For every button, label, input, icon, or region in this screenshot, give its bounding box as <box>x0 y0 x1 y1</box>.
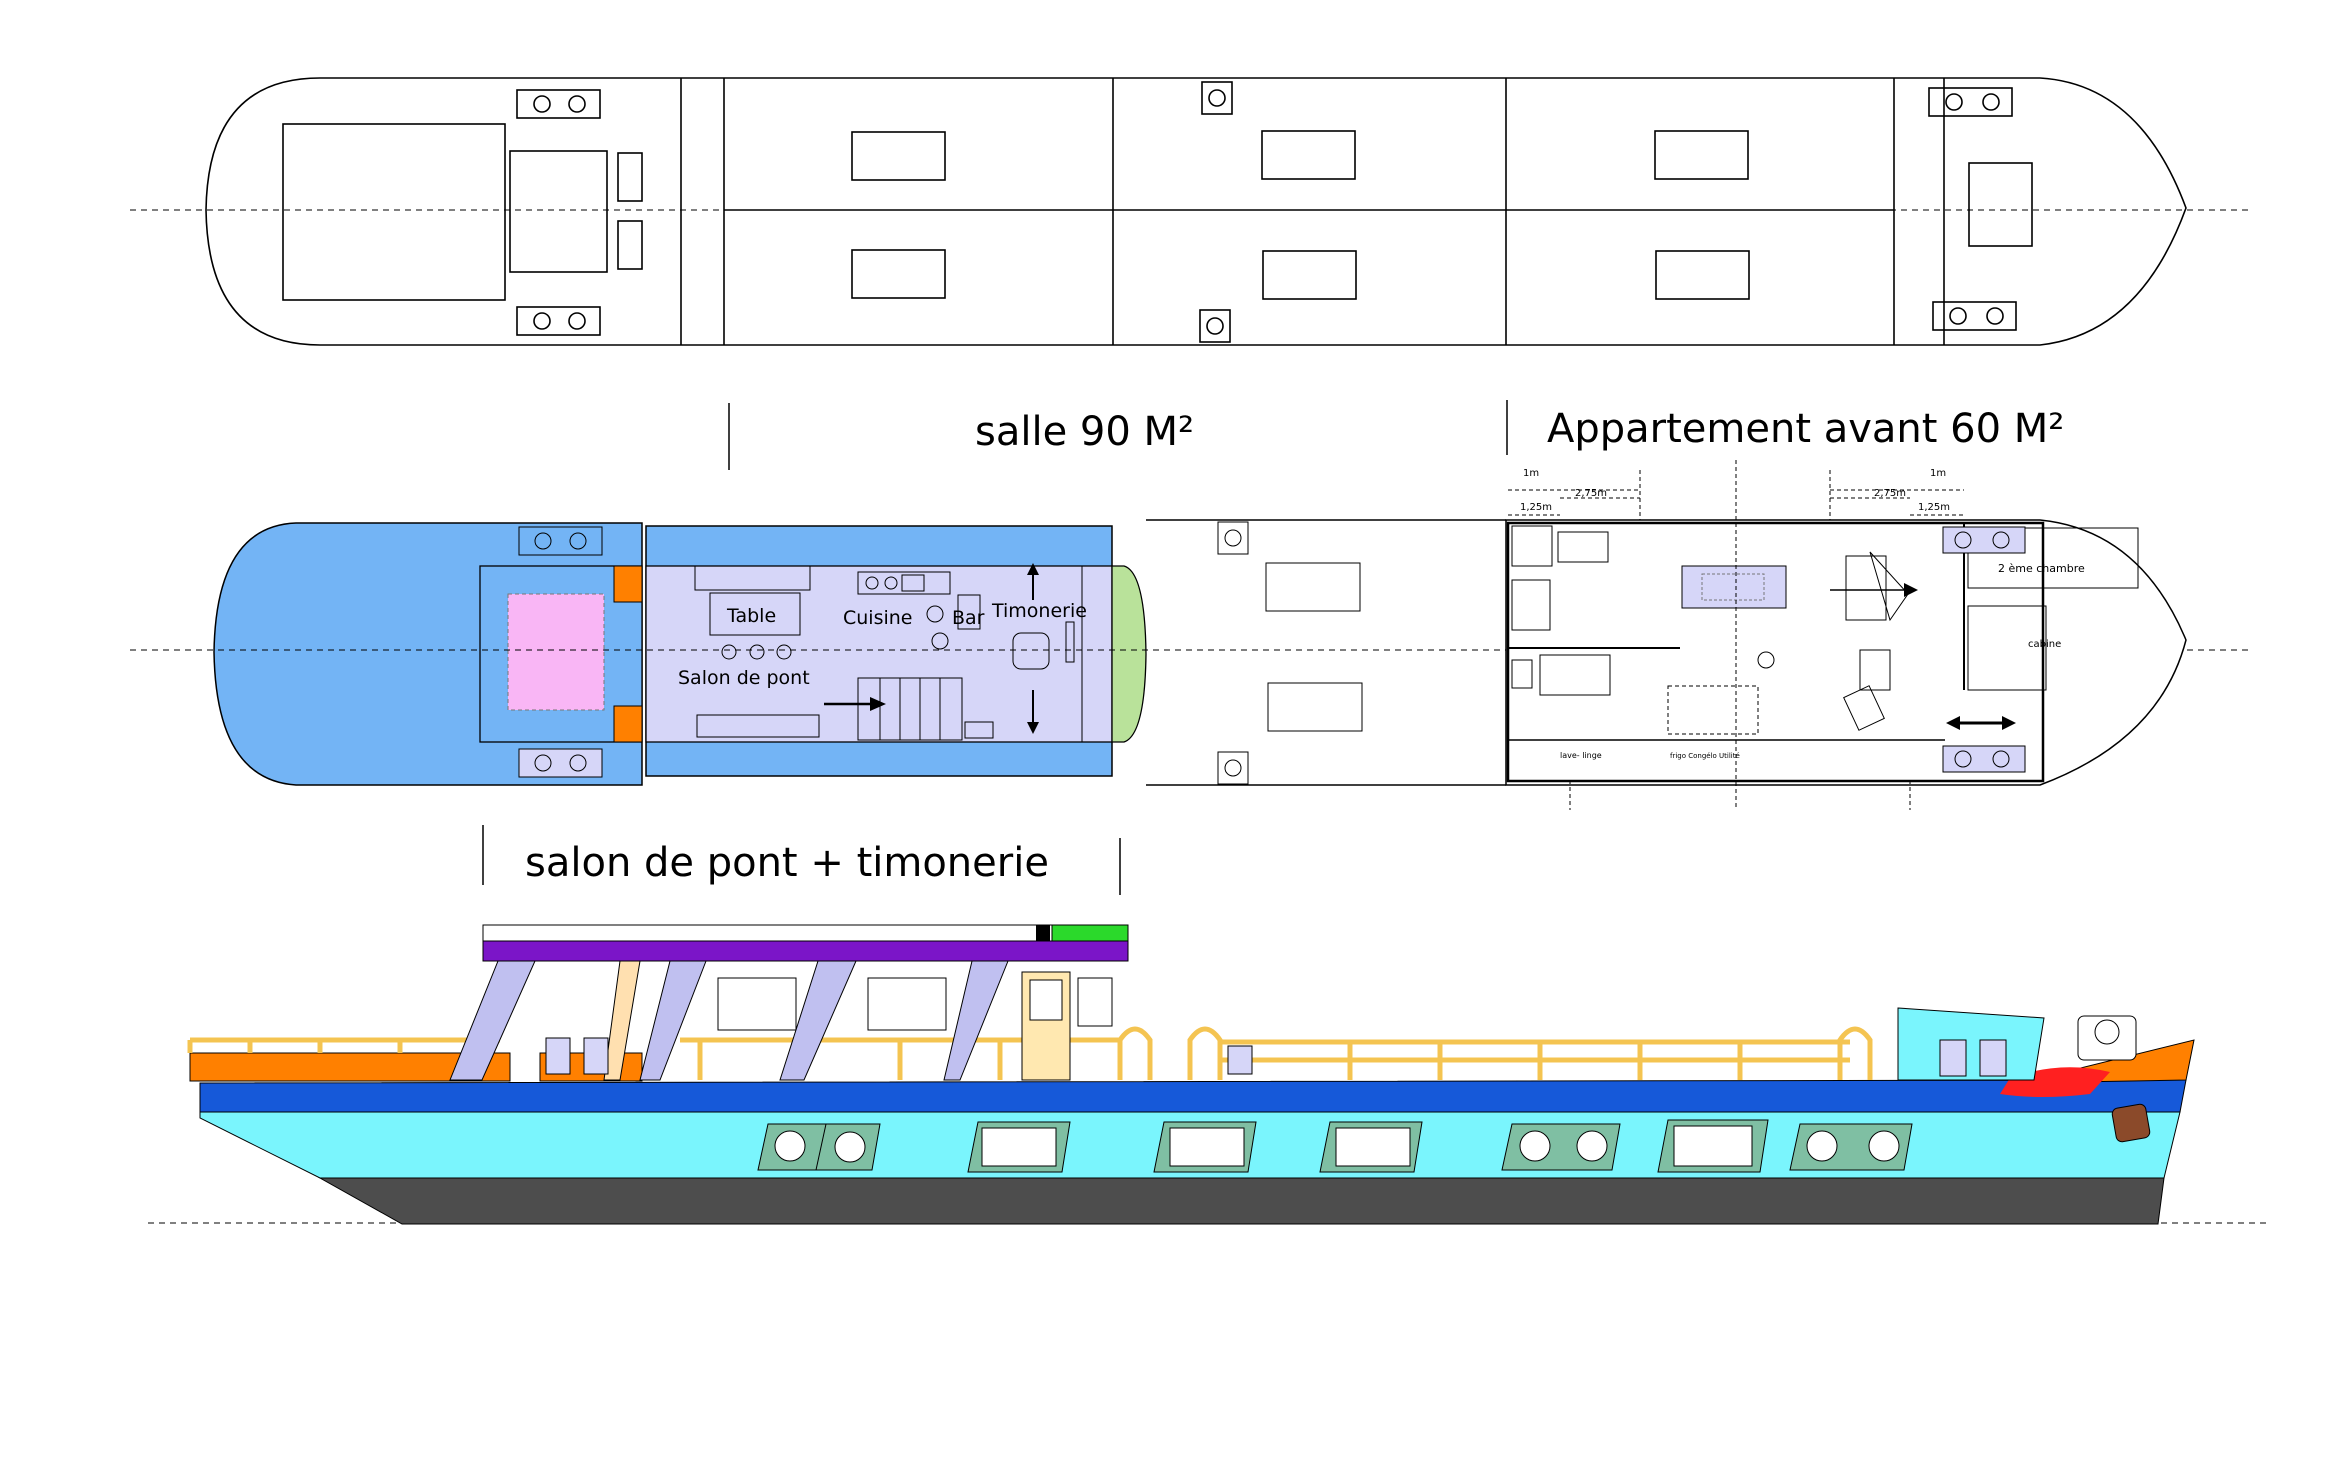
cabine-label: cabine <box>2028 639 2061 650</box>
aft-pink-room <box>507 593 605 711</box>
hull-bottom <box>318 1177 2165 1225</box>
bar-label: Bar <box>952 607 985 629</box>
lave-linge-label: lave- linge <box>1560 751 1602 760</box>
barge-plan-drawing: salle 90 M² Appartement avant 60 M² salo… <box>130 77 2268 1225</box>
roof-top <box>482 924 1129 942</box>
salon-de-pont-label: Salon de pont <box>678 667 810 689</box>
top-hatch-aft2 <box>509 150 608 273</box>
salon-timonerie-title: salon de pont + timonerie <box>525 840 1049 886</box>
cuisine-label: Cuisine <box>843 607 913 629</box>
bow-green <box>1111 565 1147 743</box>
top-hatch-aft <box>282 123 506 301</box>
accommodation-plan: Table Salon de pont Cuisine Bar Timoneri… <box>130 460 2250 810</box>
frigo-label: frigo Congélo Utilité <box>1670 752 1740 760</box>
timonerie-label: Timonerie <box>991 600 1087 622</box>
top-deck-plan <box>130 77 2250 346</box>
stair-aft-2 <box>613 705 643 743</box>
appartement-title: Appartement avant 60 M² <box>1547 406 2064 452</box>
dim-1m-left: 1m <box>1523 468 1539 479</box>
stair-aft-1 <box>613 565 643 603</box>
table-label: Table <box>726 605 776 627</box>
dim-125-right: 1,25m <box>1918 502 1950 513</box>
dim-275-right: 2,75m <box>1874 488 1906 499</box>
top-hull-outline <box>205 77 2187 346</box>
dim-275-left: 2,75m <box>1575 488 1607 499</box>
middle-hold-outline <box>1146 519 1506 786</box>
roof-purple <box>482 940 1129 962</box>
top-vent-1 <box>617 152 643 202</box>
side-elevation <box>148 924 2268 1225</box>
dim-1m-right: 1m <box>1930 468 1946 479</box>
hull-strake <box>199 1079 2187 1113</box>
forward-cabin <box>1897 1007 2045 1081</box>
salon-cabin <box>645 565 1113 743</box>
top-vent-2 <box>617 220 643 270</box>
chambre2-label: 2 ème chambre <box>1998 562 2085 575</box>
dim-125-left: 1,25m <box>1520 502 1552 513</box>
salle-title: salle 90 M² <box>975 409 1194 455</box>
